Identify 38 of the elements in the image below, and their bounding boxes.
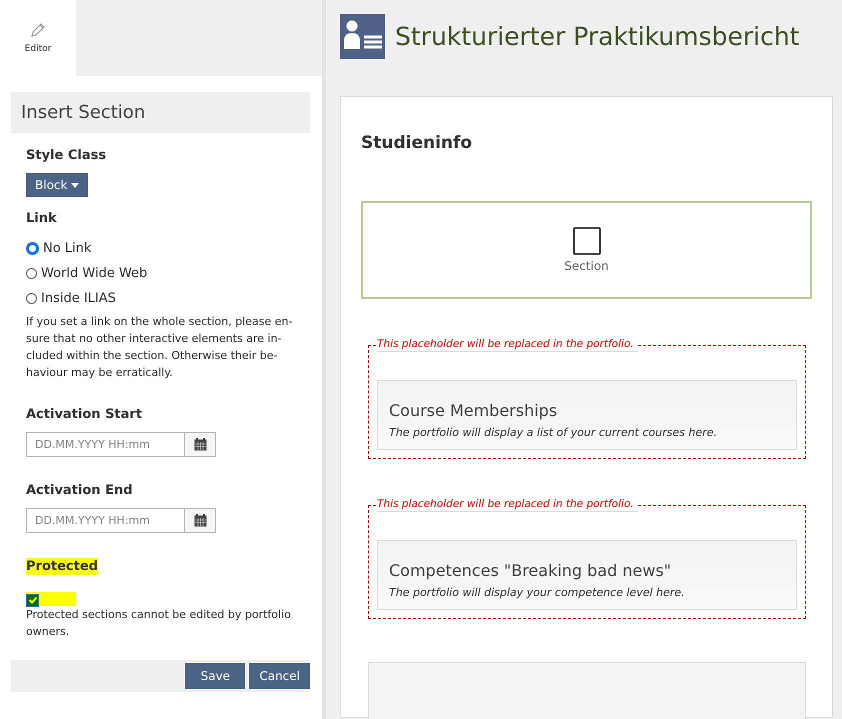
date-field[interactable]: DD.MM.YYYY HH:mm — [26, 432, 185, 457]
link-hint: If you set a link on the whole section, please en- sure that no other interactive elements are in- cluded within the section. Otherwise their be- haviour may be erratically. — [26, 314, 294, 381]
field-label: Link — [26, 211, 58, 226]
date-field[interactable]: DD.MM.YYYY HH:mm — [26, 508, 185, 533]
page-title: Strukturierter Praktikumsbericht — [395, 22, 800, 51]
field-label: Activation End — [26, 483, 134, 498]
form-button[interactable]: Save — [185, 663, 246, 689]
radio-button[interactable] — [26, 293, 37, 304]
calendar-button[interactable] — [185, 432, 216, 457]
checkbox[interactable] — [26, 594, 39, 606]
radio-option[interactable]: No Link — [26, 236, 296, 261]
placeholder-title: Competences "Breaking bad news" — [389, 561, 672, 580]
placeholder-note: This placeholder will be replaced in the portfolio. — [377, 338, 638, 352]
radio-button[interactable] — [26, 268, 37, 279]
style-class-dropdown[interactable]: Block — [26, 173, 88, 197]
radio-option[interactable]: World Wide Web — [26, 261, 296, 286]
section-block[interactable]: Section — [361, 201, 812, 299]
field-label: Style Class — [26, 148, 108, 163]
profile-list-icon — [340, 14, 385, 59]
placeholder-description: The portfolio will display a list of your current courses here. — [389, 426, 718, 439]
placeholder-description: The portfolio will display your competence level here. — [389, 586, 686, 599]
field-label: Protected — [26, 558, 98, 575]
protected-hint: Protected sections cannot be edited by portfolio owners. — [26, 607, 292, 640]
section-heading: Studieninfo — [361, 133, 474, 153]
radio-option[interactable]: Inside ILIAS — [26, 286, 296, 311]
field-label: Activation Start — [26, 407, 144, 422]
calendar-icon — [194, 514, 206, 527]
calendar-button[interactable] — [185, 508, 216, 533]
caret-icon — [71, 182, 80, 188]
form-button[interactable]: Cancel — [249, 663, 310, 689]
square-icon — [572, 227, 600, 255]
panel-title: Insert Section — [21, 102, 146, 123]
radio-button[interactable] — [26, 242, 39, 255]
calendar-icon — [194, 438, 206, 451]
placeholder-note: This placeholder will be replaced in the portfolio. — [377, 498, 638, 512]
placeholder-title: Course Memberships — [389, 401, 558, 420]
pencil-icon — [30, 22, 46, 38]
section-label: Section — [564, 259, 609, 273]
